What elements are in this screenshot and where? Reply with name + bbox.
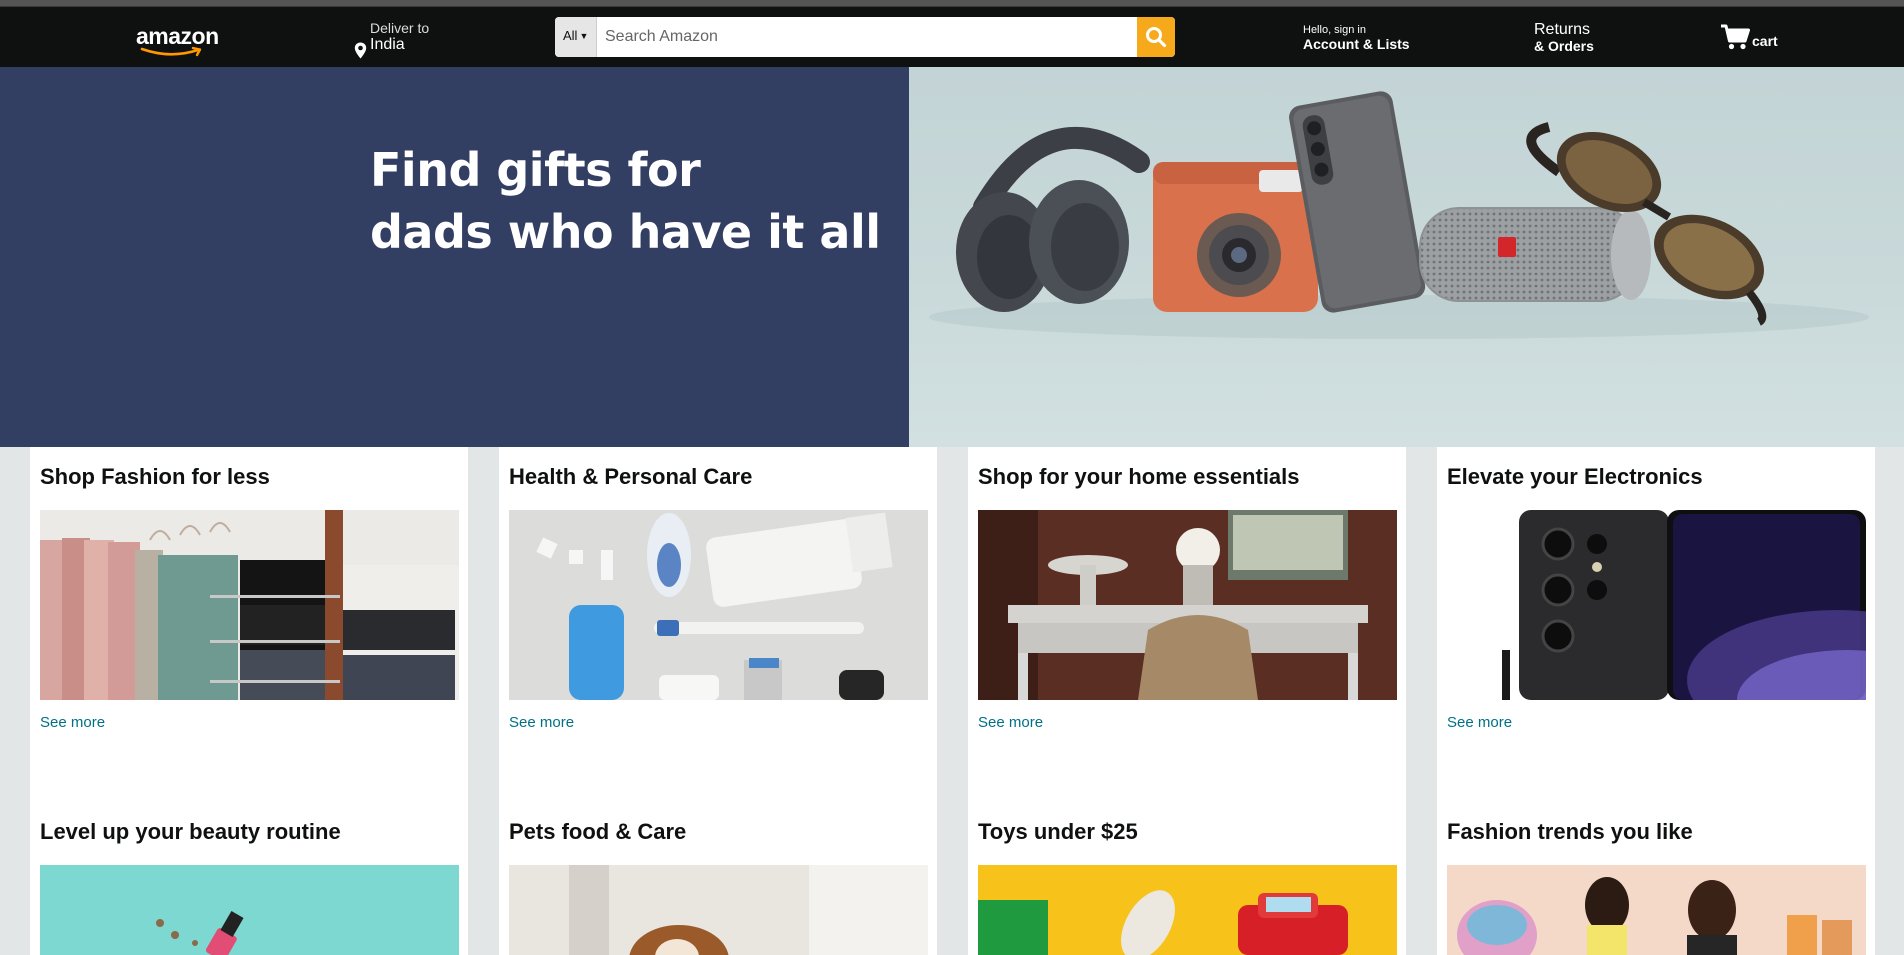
deliver-to[interactable]: Deliver to India xyxy=(354,20,474,60)
search-category-select[interactable]: All ▼ xyxy=(555,17,597,57)
category-card-beauty: Level up your beauty routine xyxy=(30,802,468,955)
search-input[interactable] xyxy=(597,17,1137,57)
hero-text-panel: Find gifts for dads who have it all xyxy=(0,67,909,447)
returns-orders[interactable]: Returns & Orders xyxy=(1534,21,1594,54)
account-label: Account & Lists xyxy=(1303,36,1410,52)
card-image-fashion[interactable] xyxy=(40,510,459,700)
card-image-pets[interactable] xyxy=(509,865,928,955)
card-title: Fashion trends you like xyxy=(1447,819,1693,844)
speaker-icon xyxy=(1419,207,1651,302)
logo-text: amazon xyxy=(136,23,219,49)
card-title: Level up your beauty routine xyxy=(40,819,341,844)
search-bar: All ▼ xyxy=(555,17,1175,57)
hero-banner: Find gifts for dads who have it all xyxy=(0,67,1904,447)
category-card-toys: Toys under $25 xyxy=(968,802,1406,955)
returns-label: Returns xyxy=(1534,21,1591,38)
card-image-home[interactable] xyxy=(978,510,1397,700)
cart-label: cart xyxy=(1752,33,1778,49)
card-image-fashion-trends[interactable] xyxy=(1447,865,1866,955)
nail-polish-illustration xyxy=(40,865,459,955)
amazon-logo[interactable]: amazon xyxy=(136,24,220,60)
see-more-link[interactable]: See more xyxy=(509,714,574,731)
toiletries-illustration xyxy=(509,510,928,700)
card-title: Elevate your Electronics xyxy=(1447,464,1703,489)
card-title: Pets food & Care xyxy=(509,819,687,844)
account-greeting: Hello, sign in xyxy=(1303,24,1366,36)
see-more-link[interactable]: See more xyxy=(1447,714,1512,731)
card-image-beauty[interactable] xyxy=(40,865,459,955)
card-title: Toys under $25 xyxy=(978,819,1138,844)
search-button[interactable] xyxy=(1137,17,1175,57)
navbar: amazon Deliver to India All▼ Hello, sign… xyxy=(0,7,1904,67)
card-title: Shop Fashion for less xyxy=(40,464,270,489)
card-image-health[interactable] xyxy=(509,510,928,700)
desk-illustration xyxy=(978,510,1397,700)
galaxy-phone-illustration xyxy=(1447,510,1866,700)
magnifier-icon xyxy=(1146,27,1167,48)
category-card-fashion-trends: Fashion trends you like xyxy=(1437,802,1875,955)
hero-title-line2: dads who have it all xyxy=(370,205,881,259)
camera-icon xyxy=(1153,162,1318,312)
hero-products-illustration xyxy=(929,91,1869,339)
map-pin-icon xyxy=(354,42,367,59)
category-card-pets: Pets food & Care xyxy=(499,802,937,955)
search-category-value: All xyxy=(563,28,578,43)
deliver-to-label: Deliver to xyxy=(370,20,430,36)
dog-illustration xyxy=(509,865,928,955)
deliver-to-country: India xyxy=(370,36,405,53)
headphones-icon xyxy=(956,127,1150,312)
card-title: Shop for your home essentials xyxy=(978,464,1300,489)
see-more-link[interactable]: See more xyxy=(978,714,1043,731)
see-more-link[interactable]: See more xyxy=(40,714,105,731)
fashion-models-illustration xyxy=(1447,865,1866,955)
account-lists[interactable]: Hello, sign in Account & Lists xyxy=(1303,24,1410,52)
logo-smile-icon xyxy=(140,46,202,57)
hero-product-image[interactable] xyxy=(909,67,1904,447)
card-title: Health & Personal Care xyxy=(509,464,753,489)
scarves-hanger-illustration xyxy=(40,510,459,700)
card-image-toys[interactable] xyxy=(978,865,1397,955)
hero-title-line1: Find gifts for xyxy=(370,143,701,197)
card-image-electronics[interactable] xyxy=(1447,510,1866,700)
toys-illustration xyxy=(978,865,1397,955)
shopping-cart-icon xyxy=(1721,24,1750,50)
orders-label: & Orders xyxy=(1534,38,1594,54)
chevron-down-icon: ▼ xyxy=(579,31,589,41)
hero-title: Find gifts for dads who have it all xyxy=(370,139,890,263)
browser-top-strip xyxy=(0,0,1904,7)
